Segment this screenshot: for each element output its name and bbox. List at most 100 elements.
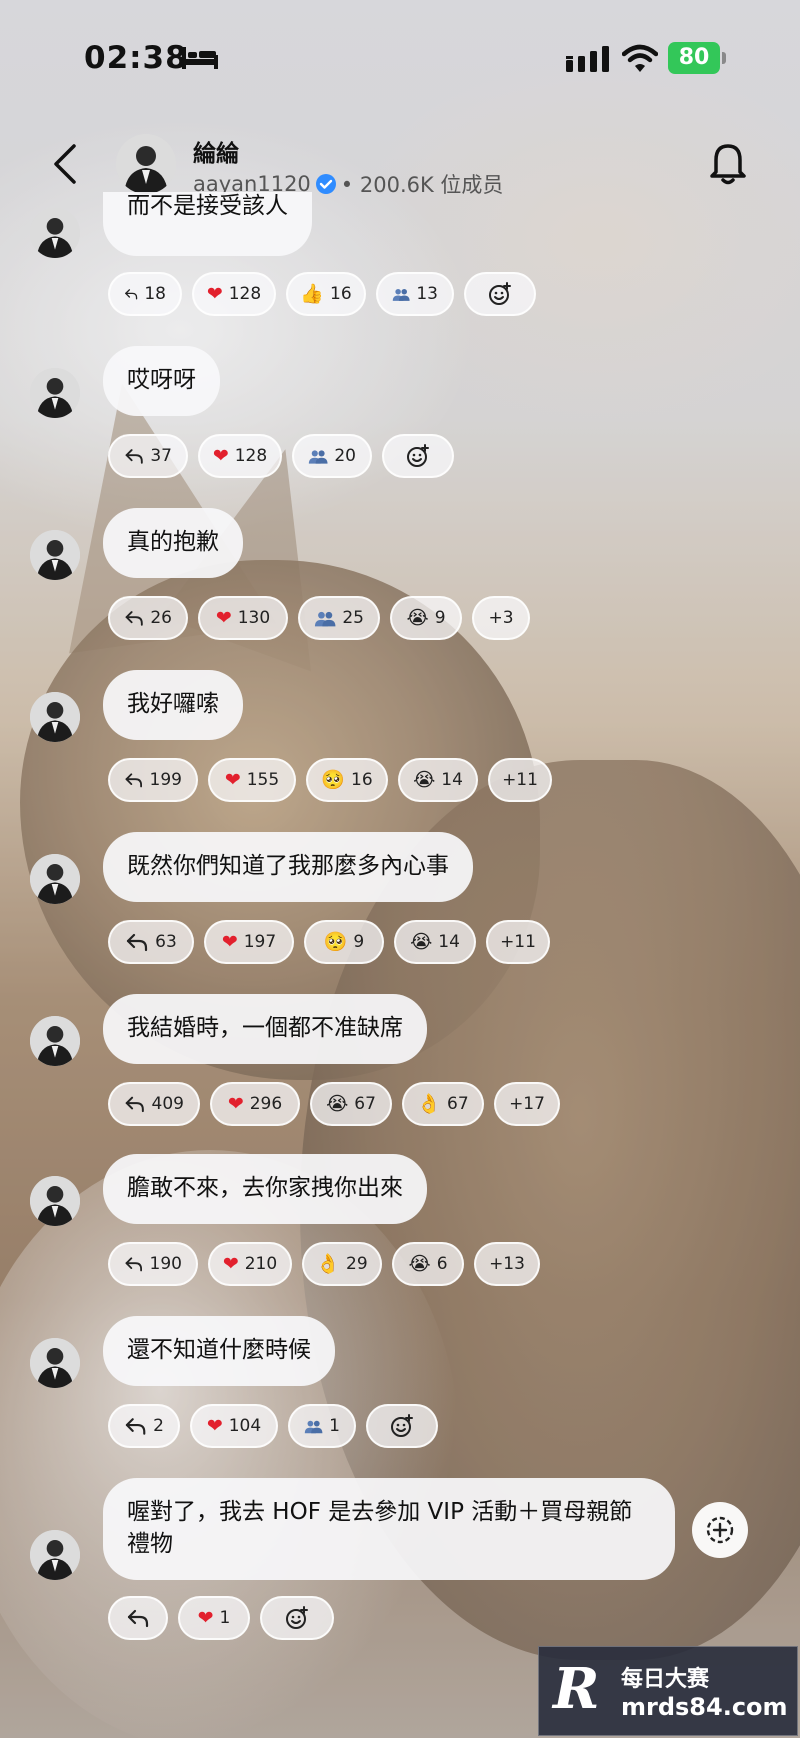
reaction-reply-pill[interactable]: 37 <box>108 434 188 478</box>
reaction-count: 20 <box>334 446 356 466</box>
reaction-count: 197 <box>243 932 277 952</box>
reaction-add-reaction-pill[interactable] <box>366 1404 438 1448</box>
message-avatar[interactable] <box>30 1176 80 1226</box>
reaction-heart-pill[interactable]: ❤ 296 <box>210 1082 300 1126</box>
message-bubble[interactable]: 哎呀呀 <box>103 346 220 416</box>
reply-icon <box>125 1257 142 1272</box>
reaction-count: 14 <box>438 932 460 952</box>
reaction-add-reaction-pill[interactable] <box>382 434 454 478</box>
heart-icon: ❤ <box>221 930 238 953</box>
reaction-people-pill[interactable]: 1 <box>288 1404 356 1448</box>
reaction-thumbs-up-pill[interactable]: 👍 16 <box>286 272 366 316</box>
crying-face-icon: 😭 <box>406 606 429 629</box>
watermark-url: mrds84.com <box>621 1693 788 1721</box>
reaction-count: 9 <box>353 932 365 952</box>
reply-icon <box>125 1418 146 1435</box>
reaction-count: 63 <box>155 932 177 952</box>
reaction-heart-pill[interactable]: ❤ 1 <box>178 1596 250 1640</box>
reaction-people-pill[interactable]: 25 <box>298 596 380 640</box>
message-avatar[interactable] <box>30 368 80 418</box>
reaction-reply-pill[interactable] <box>108 1596 168 1640</box>
person-avatar-icon <box>30 208 80 258</box>
reaction-count: 37 <box>150 446 172 466</box>
message-avatar[interactable] <box>30 692 80 742</box>
reaction-count: +11 <box>502 770 538 790</box>
person-avatar-icon <box>30 1176 80 1226</box>
reaction-reply-pill[interactable]: 199 <box>108 758 198 802</box>
reaction-ok-hand-pill[interactable]: 👌 29 <box>302 1242 382 1286</box>
reaction-reply-pill[interactable]: 63 <box>108 920 194 964</box>
message-bubble[interactable]: 我好囉嗦 <box>103 670 243 740</box>
message-bubble[interactable]: 既然你們知道了我那麼多內心事 <box>103 832 473 902</box>
person-avatar-icon <box>30 530 80 580</box>
crying-face-icon: 😭 <box>413 768 436 791</box>
message-text: 哎呀呀 <box>127 367 196 393</box>
message-avatar[interactable] <box>30 208 80 258</box>
reaction-people-pill[interactable]: 20 <box>292 434 372 478</box>
people-icon <box>392 288 410 301</box>
reaction-count: 190 <box>149 1254 182 1274</box>
reaction-count: 18 <box>144 284 166 304</box>
reaction-people-pill[interactable]: 13 <box>376 272 454 316</box>
reaction-heart-pill[interactable]: ❤ 128 <box>198 434 282 478</box>
reaction-reply-pill[interactable]: 409 <box>108 1082 200 1126</box>
message-bubble[interactable]: 真的抱歉 <box>103 508 243 578</box>
message-bubble[interactable]: 而不是接受該人 <box>103 192 312 256</box>
reaction-heart-pill[interactable]: ❤ 128 <box>192 272 276 316</box>
message-avatar[interactable] <box>30 854 80 904</box>
message-avatar[interactable] <box>30 1338 80 1388</box>
reaction-heart-pill[interactable]: ❤ 104 <box>190 1404 278 1448</box>
message-bubble[interactable]: 喔對了，我去 HOF 是去參加 VIP 活動＋買母親節禮物 <box>103 1478 675 1580</box>
reaction-add-reaction-pill[interactable] <box>464 272 536 316</box>
message-bubble[interactable]: 還不知道什麼時候 <box>103 1316 335 1386</box>
reaction-crying-face-pill[interactable]: 😭 6 <box>392 1242 464 1286</box>
reaction-crying-face-pill[interactable]: 😭 14 <box>398 758 478 802</box>
reaction-pleading-face-pill[interactable]: 🥺 16 <box>306 758 388 802</box>
reply-icon <box>125 449 143 464</box>
reaction-count: 13 <box>416 284 438 304</box>
message-avatar[interactable] <box>30 530 80 580</box>
heart-icon: ❤ <box>224 768 241 791</box>
reaction-count: +17 <box>509 1094 545 1114</box>
reaction-count: 2 <box>153 1416 164 1436</box>
more-reactions-pill[interactable]: +11 <box>486 920 550 964</box>
reaction-heart-pill[interactable]: ❤ 197 <box>204 920 294 964</box>
reaction-ok-hand-pill[interactable]: 👌 67 <box>402 1082 484 1126</box>
message-text: 我好囉嗦 <box>127 691 219 717</box>
reaction-count: 199 <box>149 770 182 790</box>
message-avatar[interactable] <box>30 1016 80 1066</box>
reaction-count: 14 <box>441 770 463 790</box>
reaction-heart-pill[interactable]: ❤ 210 <box>208 1242 292 1286</box>
watermark: R 每日大赛 mrds84.com <box>538 1646 798 1736</box>
message-bubble[interactable]: 我結婚時，一個都不准缺席 <box>103 994 427 1064</box>
reaction-crying-face-pill[interactable]: 😭 14 <box>394 920 476 964</box>
reply-icon <box>127 1609 149 1628</box>
message-bubble[interactable]: 膽敢不來，去你家拽你出來 <box>103 1154 427 1224</box>
more-reactions-pill[interactable]: +11 <box>488 758 552 802</box>
more-reactions-pill[interactable]: +17 <box>494 1082 560 1126</box>
reaction-reply-pill[interactable]: 18 <box>108 272 182 316</box>
more-reactions-pill[interactable]: +13 <box>474 1242 540 1286</box>
message-text: 我結婚時，一個都不准缺席 <box>127 1015 403 1041</box>
reaction-heart-pill[interactable]: ❤ 155 <box>208 758 296 802</box>
reaction-bar: 2 ❤ 104 1 <box>108 1404 438 1448</box>
reaction-count: 9 <box>434 608 446 628</box>
reaction-bar: 190 ❤ 210 👌 29 😭 6 +13 <box>108 1242 540 1286</box>
message-avatar[interactable] <box>30 1530 80 1580</box>
reaction-crying-face-pill[interactable]: 😭 9 <box>390 596 462 640</box>
message-list: 而不是接受該人 18 ❤ 128 👍 16 13 哎呀呀 37 ❤ 128 20 真的抱歉 26 ❤ 130 2… <box>0 0 800 1738</box>
person-avatar-icon <box>30 1530 80 1580</box>
reaction-bar: 199 ❤ 155 🥺 16 😭 14 +11 <box>108 758 552 802</box>
reaction-reply-pill[interactable]: 2 <box>108 1404 180 1448</box>
reaction-pleading-face-pill[interactable]: 🥺 9 <box>304 920 384 964</box>
reaction-reply-pill[interactable]: 26 <box>108 596 188 640</box>
reaction-count: 409 <box>151 1094 184 1114</box>
reaction-add-reaction-pill[interactable] <box>260 1596 334 1640</box>
reaction-reply-pill[interactable]: 190 <box>108 1242 198 1286</box>
more-reactions-pill[interactable]: +3 <box>472 596 530 640</box>
reaction-heart-pill[interactable]: ❤ 130 <box>198 596 288 640</box>
add-reaction-button[interactable] <box>692 1502 748 1558</box>
reaction-count: 130 <box>237 608 271 628</box>
message-text: 還不知道什麼時候 <box>127 1337 311 1363</box>
reaction-crying-face-pill[interactable]: 😭 67 <box>310 1082 392 1126</box>
